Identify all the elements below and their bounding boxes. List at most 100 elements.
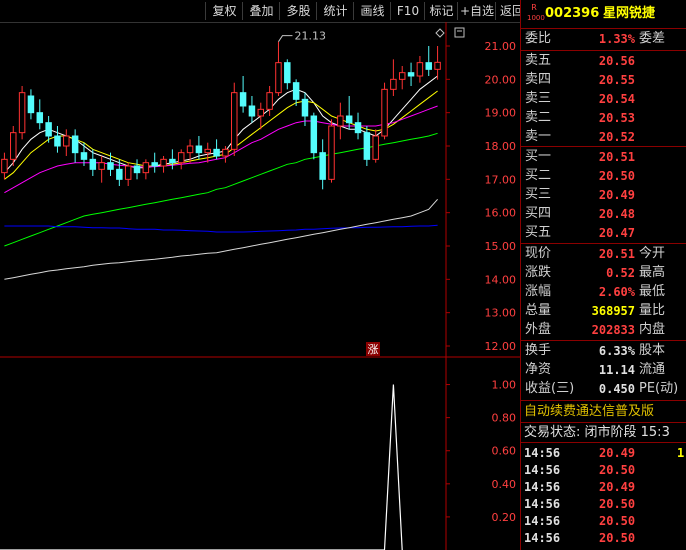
sell-level-1: 卖一 20.52	[521, 128, 686, 146]
candle-body[interactable]	[363, 132, 371, 160]
divider	[521, 340, 686, 341]
kline-chart[interactable]: 21.00 20.00 19.00 18.00 17.00 16.00 15.00 14.00…	[0, 22, 520, 550]
candle-body[interactable]	[372, 135, 379, 160]
tick-price: 20.50	[599, 463, 636, 477]
fund-row-2-value: 0.450	[598, 382, 635, 396]
candle-body[interactable]	[381, 88, 388, 137]
quote-row-2-label2: 最低	[639, 284, 666, 299]
fund-row-0-label: 换手	[525, 343, 552, 358]
ticker-banner[interactable]: 自动续费通达信普及版	[521, 403, 686, 421]
candle-body[interactable]	[71, 135, 79, 154]
candle-body[interactable]	[54, 135, 61, 147]
quote-row-4: 外盘 202833 内盘	[521, 321, 686, 339]
candle-body[interactable]	[98, 162, 105, 170]
toolbar-item-3[interactable]: 统计	[316, 2, 354, 20]
ma-line-5	[4, 198, 438, 280]
candle-body[interactable]	[160, 158, 167, 167]
candle-body[interactable]	[416, 62, 424, 77]
candle-body[interactable]	[239, 92, 247, 107]
toolbar-item-6[interactable]: 标记	[424, 2, 458, 20]
quote-row-0-label2: 今开	[639, 246, 666, 261]
sell-level-4-label: 卖四	[525, 72, 552, 87]
trade-status-text: 交易状态: 闭市阶段 15:3	[524, 425, 670, 440]
candle-body[interactable]	[292, 82, 300, 100]
candle-body[interactable]	[10, 132, 17, 160]
candle-body[interactable]	[248, 105, 256, 117]
candle-body[interactable]	[301, 98, 309, 117]
candle-body[interactable]	[195, 145, 203, 154]
candle-body[interactable]	[284, 62, 291, 84]
candle-body[interactable]	[390, 78, 397, 90]
stock-badge: R 1000	[527, 3, 545, 23]
indicator-line	[0, 384, 403, 550]
quote-row-1: 涨跌 0.52 最高	[521, 264, 686, 282]
candle-body[interactable]	[266, 92, 273, 110]
candle-body[interactable]	[124, 165, 132, 180]
candle-body[interactable]	[213, 148, 220, 157]
window-toggle-icon[interactable]	[454, 27, 465, 38]
candle-body[interactable]	[107, 162, 114, 170]
buy-level-4-label: 买四	[525, 206, 552, 221]
candle-body[interactable]	[337, 115, 344, 127]
candle-body[interactable]	[36, 112, 44, 124]
candle-body[interactable]	[142, 162, 150, 174]
quote-row-3-label: 总量	[525, 303, 552, 318]
buy-level-1-value: 20.51	[598, 150, 635, 164]
candle-body[interactable]	[18, 92, 26, 134]
candle-body[interactable]	[45, 122, 52, 137]
fund-row-1-value: 11.14	[598, 363, 635, 377]
tick-price: 20.49	[599, 480, 636, 494]
candle-body[interactable]	[63, 135, 70, 147]
sell-level-5-label: 卖五	[525, 53, 552, 68]
candle-body[interactable]	[310, 115, 318, 154]
candle-body[interactable]	[133, 165, 141, 174]
candle-body[interactable]	[204, 148, 211, 154]
divider	[521, 400, 686, 401]
candle-body[interactable]	[407, 72, 415, 77]
toolbar-item-2[interactable]: 多股	[279, 2, 317, 20]
sell-level-5: 卖五 20.56	[521, 52, 686, 70]
candle-body[interactable]	[27, 95, 35, 114]
tick-time: 14:56	[524, 480, 561, 494]
candle-body[interactable]	[222, 148, 229, 157]
sell-level-4-value: 20.55	[598, 73, 635, 87]
badge-top: R	[531, 3, 537, 12]
fund-row-2-label: 收益(三)	[525, 381, 575, 396]
candle-body[interactable]	[186, 145, 194, 154]
candle-body[interactable]	[89, 158, 97, 170]
fund-row-1: 净资 11.14 流通	[521, 361, 686, 379]
price-tick-label: 14.00	[485, 273, 517, 286]
candle-body[interactable]	[398, 72, 406, 80]
candle-body[interactable]	[169, 158, 176, 164]
candle-body[interactable]	[151, 162, 158, 167]
tick-time: 14:56	[524, 497, 561, 511]
candle-body[interactable]	[434, 61, 441, 70]
diamond-icon[interactable]	[435, 28, 445, 38]
indicator-tick-label: 0.20	[492, 511, 517, 524]
candle-body[interactable]	[275, 62, 282, 94]
candle-body[interactable]	[319, 152, 326, 180]
price-tick-label: 16.00	[485, 207, 517, 220]
chart-toolbar: 复权 叠加 多股 统计 画线 F10 标记 +自选 返回	[0, 0, 524, 23]
candle-body[interactable]	[177, 152, 185, 164]
candle-body[interactable]	[345, 115, 353, 124]
toolbar-item-0[interactable]: 复权	[205, 2, 243, 20]
candle-body[interactable]	[1, 158, 8, 174]
price-tick-label: 19.00	[485, 107, 517, 120]
candle-body[interactable]	[231, 92, 238, 150]
candle-body[interactable]	[257, 108, 265, 117]
toolbar-item-7[interactable]: +自选	[457, 2, 496, 20]
toolbar-item-1[interactable]: 叠加	[242, 2, 280, 20]
sell-level-4: 卖四 20.55	[521, 71, 686, 89]
ticker-text[interactable]: 自动续费通达信普及版	[524, 403, 654, 421]
candle-body[interactable]	[354, 122, 362, 134]
candle-body[interactable]	[80, 152, 88, 160]
candle-body[interactable]	[425, 62, 432, 70]
badge-bottom: 1000	[527, 14, 545, 22]
candle-body[interactable]	[116, 168, 123, 180]
tick-volume: 1	[677, 446, 685, 460]
candle-body[interactable]	[328, 125, 335, 180]
sell-level-2: 卖二 20.53	[521, 109, 686, 127]
toolbar-item-4[interactable]: 画线	[353, 2, 391, 20]
toolbar-item-5[interactable]: F10	[390, 2, 425, 20]
